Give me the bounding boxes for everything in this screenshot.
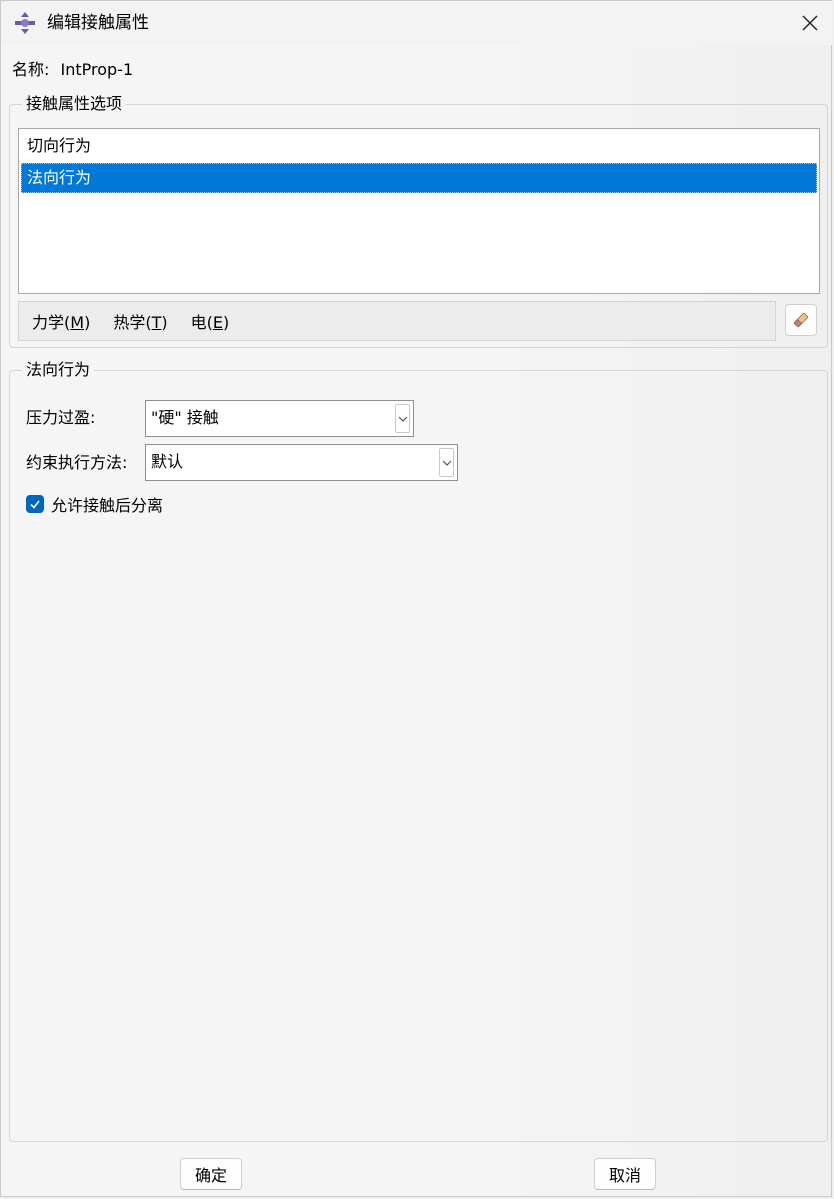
- normal-behavior-group: 法向行为: [9, 359, 828, 1142]
- close-icon: [802, 15, 818, 31]
- list-item-tangential[interactable]: 切向行为: [21, 131, 817, 161]
- allow-separation-label: 允许接触后分离: [51, 496, 164, 515]
- menu-electrical-mnemonic: E: [212, 313, 223, 332]
- group-label-normal-behavior: 法向行为: [22, 359, 95, 381]
- edit-contact-property-dialog: 编辑接触属性 名称: IntProp-1 接触属性选项 切向行为 法向行为 力学…: [0, 0, 833, 1197]
- app-icon: [13, 11, 37, 35]
- menu-mechanical-mnemonic: M: [70, 313, 85, 332]
- checkmark-icon: [30, 500, 40, 509]
- group-label-options: 接触属性选项: [22, 93, 127, 115]
- delete-behavior-button[interactable]: [785, 304, 817, 336]
- name-row: 名称: IntProp-1: [12, 59, 133, 81]
- behavior-menubar: 力学(M) 热学(T) 电(E): [18, 301, 776, 341]
- name-label: 名称:: [12, 60, 50, 79]
- menu-thermal-mnemonic: T: [151, 313, 162, 332]
- allow-separation-checkbox[interactable]: [26, 495, 44, 513]
- close-button[interactable]: [787, 1, 833, 45]
- window-title: 编辑接触属性: [47, 13, 149, 33]
- pressure-overclosure-select[interactable]: "硬" 接触: [145, 400, 414, 437]
- cancel-button[interactable]: 取消: [594, 1158, 656, 1190]
- title-bar[interactable]: 编辑接触属性: [1, 1, 833, 45]
- constraint-method-value: 默认: [151, 452, 184, 471]
- chevron-down-icon[interactable]: [439, 448, 454, 477]
- menu-mechanical-label: 力学: [32, 313, 65, 332]
- eraser-icon: [793, 312, 809, 328]
- menu-electrical-label: 电: [190, 313, 207, 332]
- list-item-normal[interactable]: 法向行为: [21, 163, 817, 193]
- ok-button[interactable]: 确定: [180, 1158, 242, 1190]
- allow-separation-row[interactable]: 允许接触后分离: [26, 492, 163, 516]
- menu-thermal[interactable]: 热学(T): [113, 309, 167, 333]
- pressure-overclosure-value: "硬" 接触: [151, 408, 219, 427]
- chevron-down-icon[interactable]: [395, 404, 410, 433]
- menu-electrical[interactable]: 电(E): [191, 309, 230, 333]
- pressure-overclosure-label: 压力过盈:: [26, 408, 96, 427]
- constraint-method-label: 约束执行方法:: [26, 453, 128, 472]
- contact-property-options-list[interactable]: 切向行为 法向行为: [18, 128, 820, 294]
- constraint-method-select[interactable]: 默认: [145, 444, 458, 481]
- name-value: IntProp-1: [60, 60, 134, 79]
- menu-thermal-label: 热学: [113, 313, 146, 332]
- menu-mechanical[interactable]: 力学(M): [32, 309, 90, 333]
